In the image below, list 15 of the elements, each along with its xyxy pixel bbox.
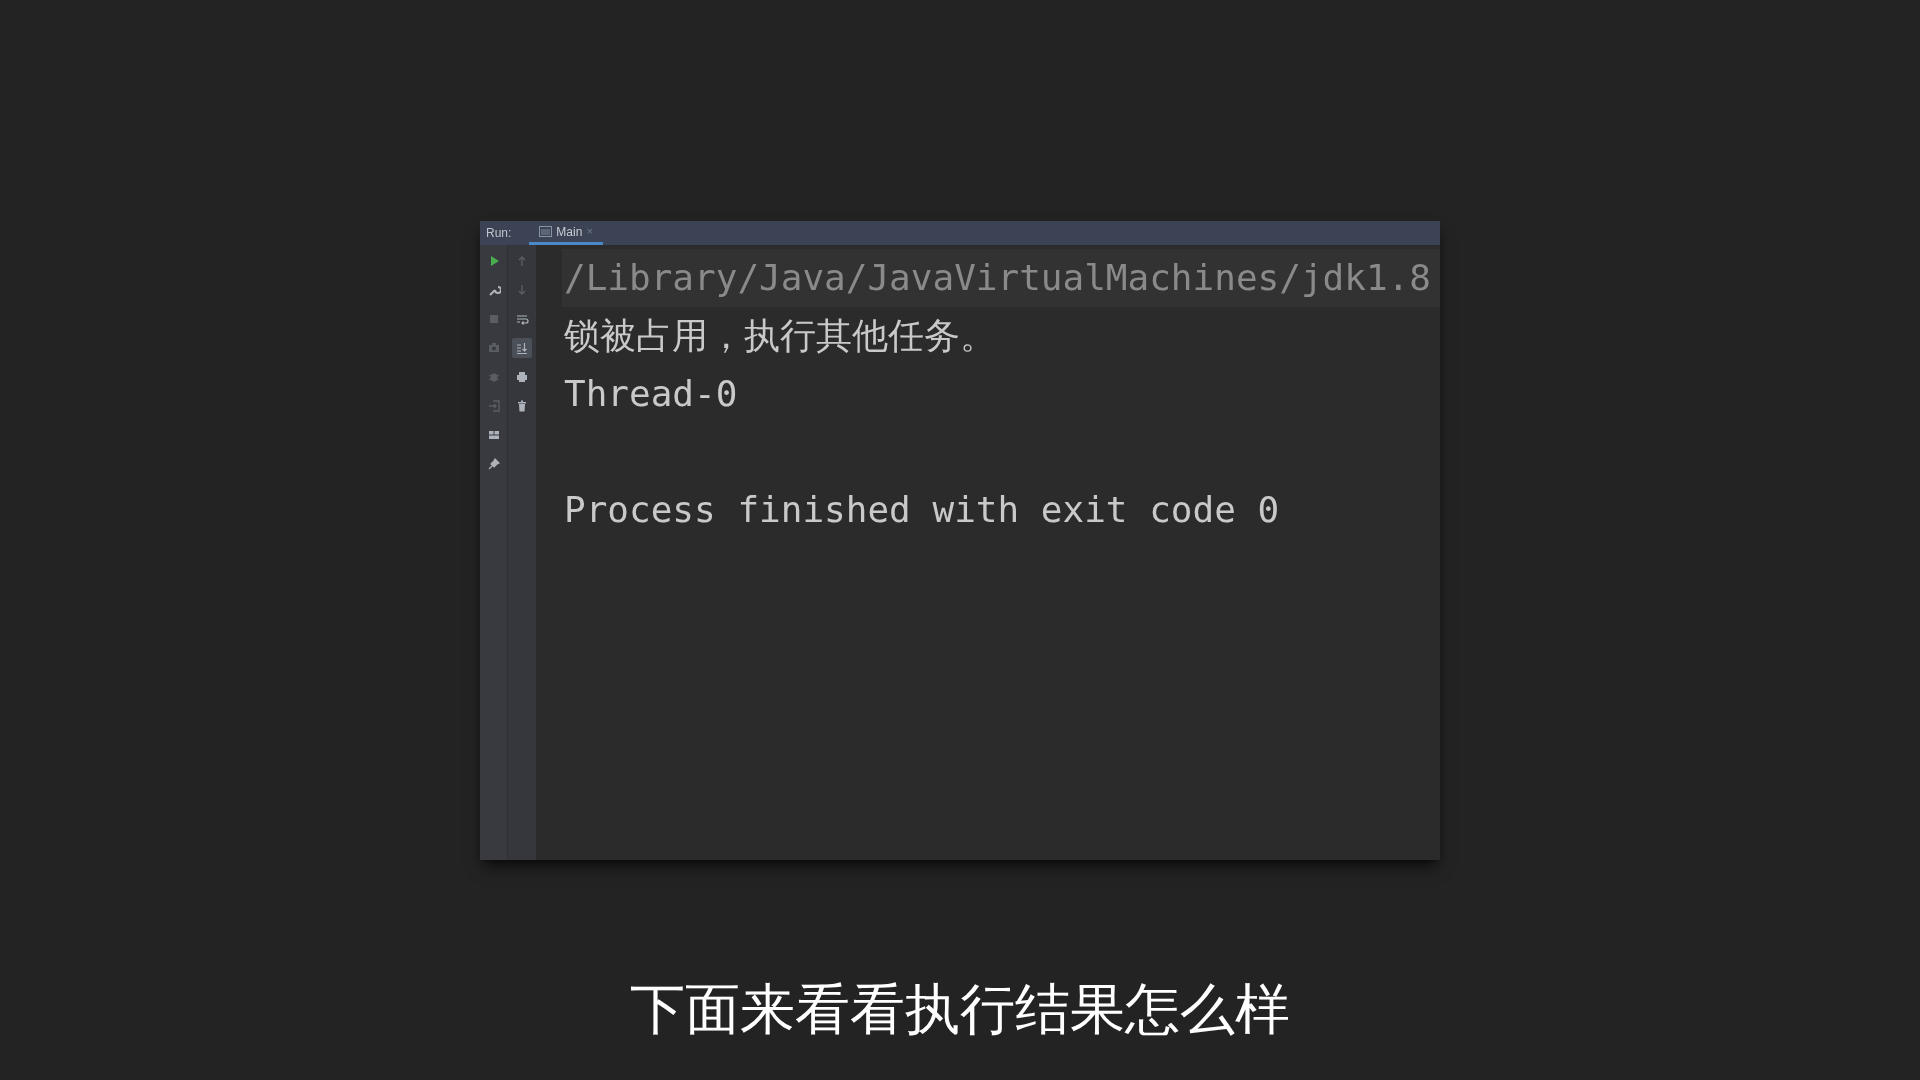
layout-icon <box>486 428 501 442</box>
console-output-line: Process finished with exit code 0 <box>564 488 1280 532</box>
scroll-to-end-icon <box>515 341 529 355</box>
camera-icon <box>486 341 501 355</box>
console-output-line: 锁被占用，执行其他任务。 <box>564 314 996 358</box>
console-icon <box>539 226 553 237</box>
wrap-icon <box>515 312 529 326</box>
pin-icon <box>486 457 501 471</box>
command-line-text: /Library/Java/JavaVirtualMachines/jdk1.8 <box>564 256 1431 300</box>
scroll-to-end-button[interactable] <box>512 338 532 358</box>
exit-icon <box>486 399 501 413</box>
subtitle: 下面来看看执行结果怎么样 <box>630 975 1290 1043</box>
console-output-line: Thread-0 <box>564 372 738 416</box>
trash-icon <box>515 399 529 413</box>
panel-label: Run: <box>486 225 512 242</box>
